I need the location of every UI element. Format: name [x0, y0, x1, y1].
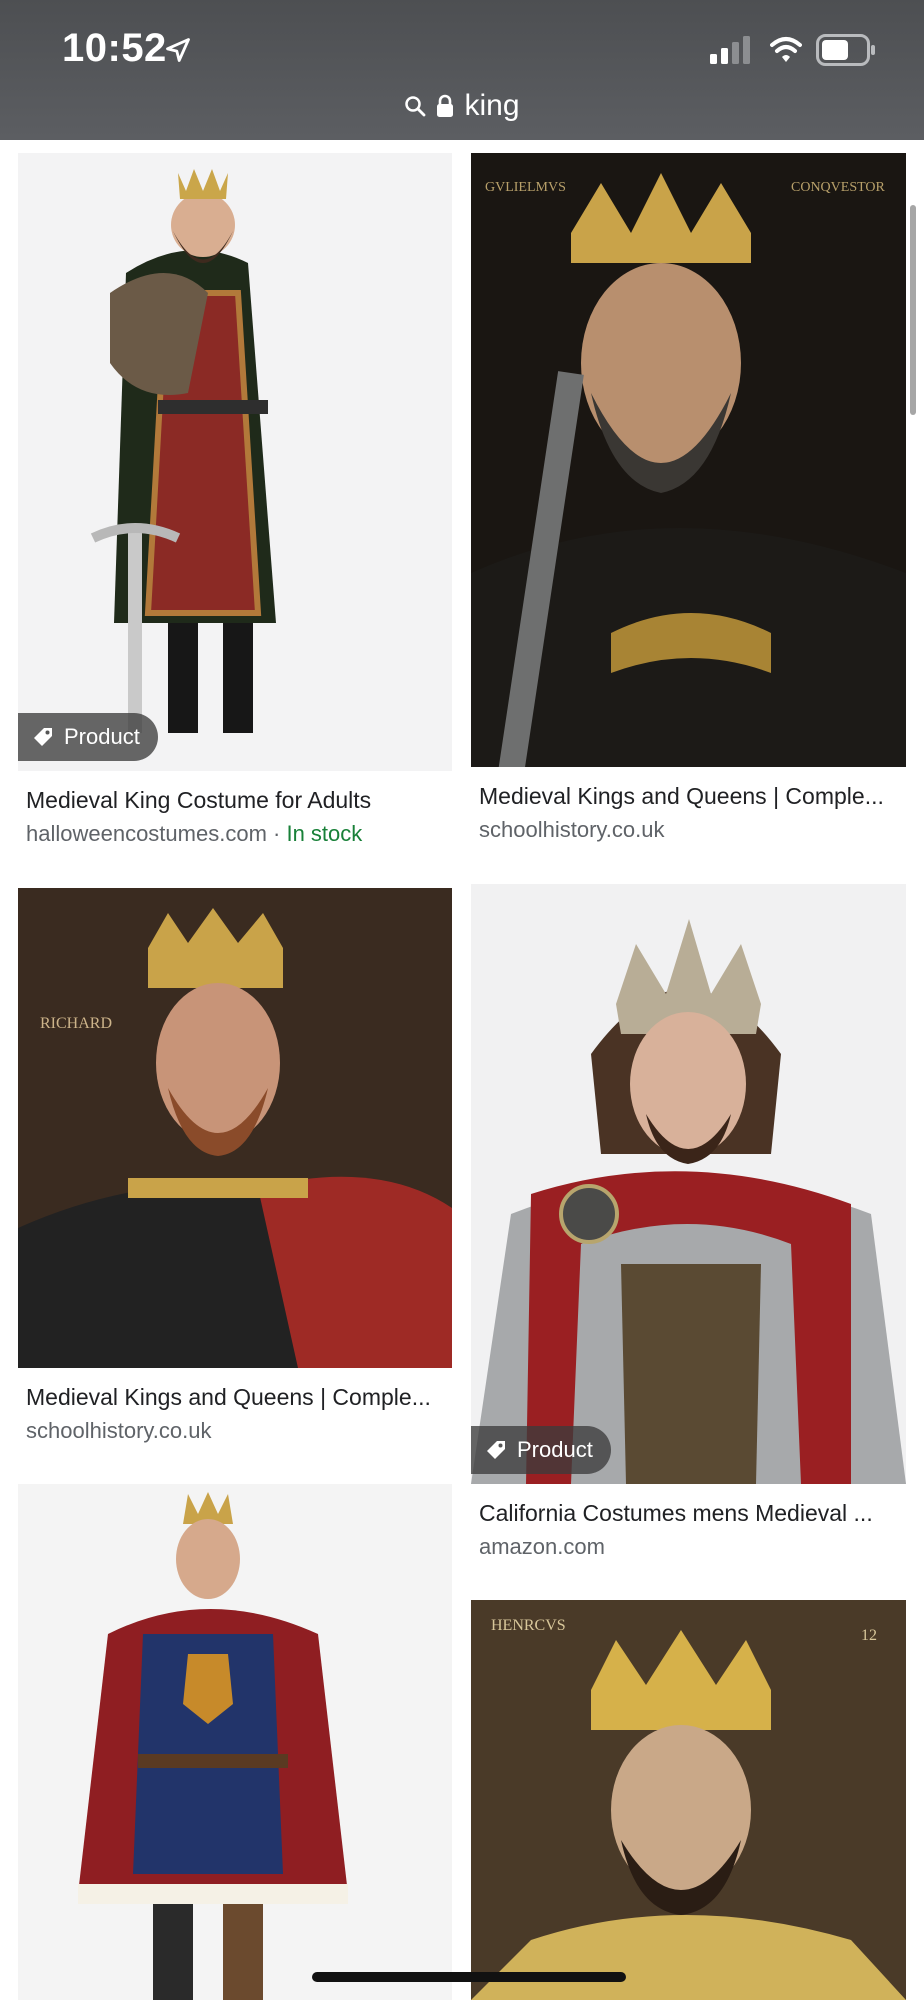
result-image[interactable]: RICHARD [18, 888, 452, 1368]
result-image[interactable] [471, 884, 906, 1484]
tag-icon [34, 728, 52, 746]
status-time: 10:52 [62, 26, 167, 70]
portrait-illustration: GVLIELMVS CONQVESTOR [471, 173, 906, 767]
costume-illustration [90, 169, 276, 733]
home-indicator[interactable] [312, 1972, 626, 1982]
wifi-icon [770, 37, 802, 62]
address-bar[interactable]: king [0, 86, 924, 126]
costume-illustration [78, 1492, 348, 2000]
result-source[interactable]: amazon.com [479, 1534, 605, 1560]
cellular-signal-icon [710, 36, 750, 64]
top-bar: 10:52 king [0, 0, 924, 140]
result-title[interactable]: Medieval Kings and Queens | Comple... [26, 1384, 446, 1411]
inscription-right: CONQVESTOR [791, 180, 886, 195]
badge-label: Product [64, 724, 140, 749]
portrait-illustration: HENRCVS 12 [471, 1617, 906, 2000]
result-card[interactable] [18, 1484, 452, 2000]
address-query: king [464, 89, 520, 122]
result-source[interactable]: schoolhistory.co.uk [479, 817, 664, 843]
result-image[interactable] [18, 153, 452, 771]
inscription: RICHARD [40, 1015, 112, 1032]
costume-illustration [471, 919, 906, 1484]
product-badge: Product [18, 713, 158, 761]
inscription-left: GVLIELMVS [485, 180, 566, 195]
stock-status: In stock [286, 821, 363, 846]
portrait-illustration: RICHARD [18, 908, 452, 1368]
result-image[interactable]: HENRCVS 12 [471, 1600, 906, 2000]
result-title[interactable]: Medieval Kings and Queens | Comple... [479, 783, 899, 810]
vertical-scrollbar[interactable] [910, 205, 916, 415]
meta-separator: · [266, 821, 287, 846]
battery-icon [816, 34, 875, 66]
result-card[interactable]: GVLIELMVS CONQVESTOR Medieval Kings and … [471, 153, 906, 853]
search-icon [404, 95, 426, 117]
location-arrow-icon [166, 38, 190, 62]
inscription-right: 12 [861, 1627, 877, 1644]
badge-label: Product [517, 1437, 593, 1462]
result-title[interactable]: California Costumes mens Medieval ... [479, 1500, 899, 1527]
result-source[interactable]: halloweencostumes.com [26, 821, 267, 846]
product-badge: Product [471, 1426, 611, 1474]
lock-icon [436, 94, 454, 118]
result-image[interactable] [18, 1484, 452, 2000]
result-source-line: halloweencostumes.com · In stock [26, 821, 362, 847]
result-image[interactable]: GVLIELMVS CONQVESTOR [471, 153, 906, 767]
inscription-left: HENRCVS [491, 1617, 566, 1634]
result-card[interactable]: HENRCVS 12 [471, 1600, 906, 2000]
result-title[interactable]: Medieval King Costume for Adults [26, 787, 446, 814]
result-source[interactable]: schoolhistory.co.uk [26, 1418, 211, 1444]
result-card[interactable]: Product California Costumes mens Medieva… [471, 884, 906, 1564]
tag-icon [487, 1441, 505, 1459]
result-card[interactable]: Product Medieval King Costume for Adults… [18, 153, 452, 863]
result-card[interactable]: RICHARD Medieval Kings and Queens | Comp… [18, 888, 452, 1448]
